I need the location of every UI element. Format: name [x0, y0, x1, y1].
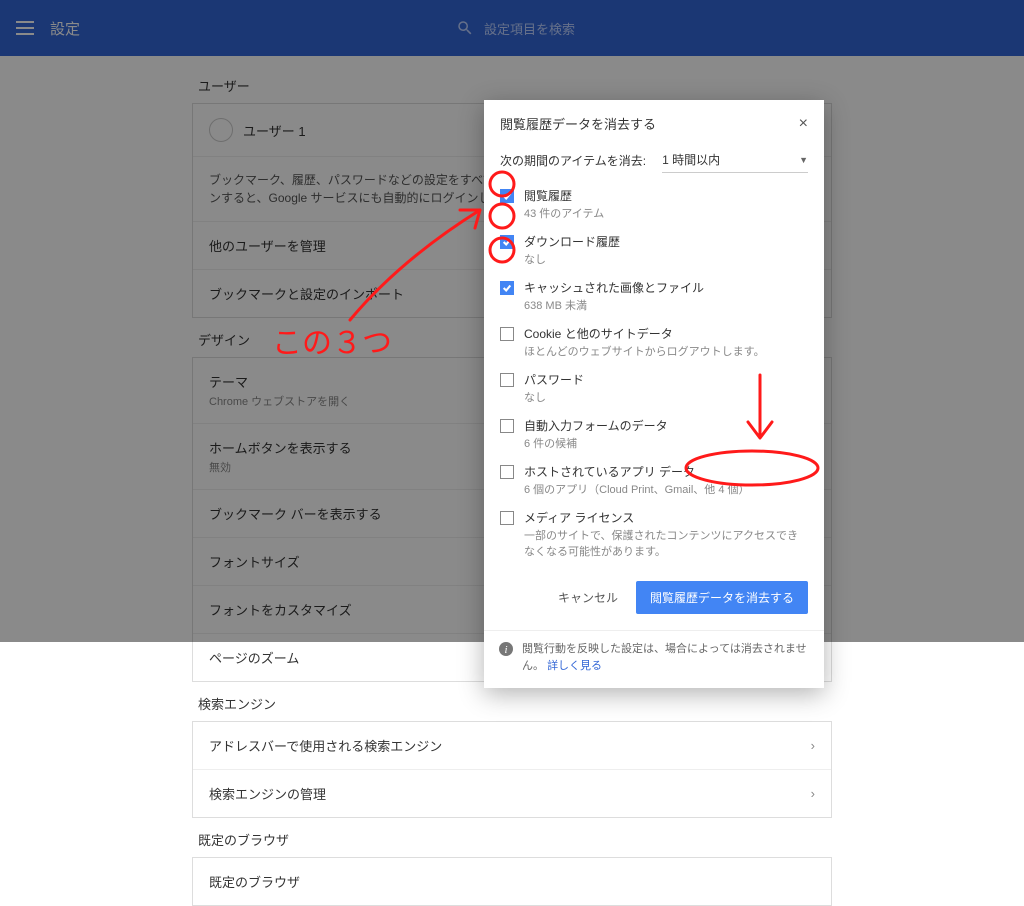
option-subtitle: 6 件の候補 — [524, 435, 668, 451]
checkbox-checked-icon[interactable] — [500, 235, 514, 249]
close-icon[interactable]: × — [799, 115, 808, 133]
clear-option-2[interactable]: キャッシュされた画像とファイル638 MB 未満 — [484, 273, 824, 319]
chevron-right-icon: › — [811, 786, 815, 801]
address-bar-engine-row[interactable]: アドレスバーで使用される検索エンジン› — [193, 722, 831, 770]
info-icon: i — [498, 641, 514, 657]
checkbox-unchecked-icon[interactable] — [500, 419, 514, 433]
cancel-button[interactable]: キャンセル — [558, 589, 618, 606]
clear-option-7[interactable]: メディア ライセンス一部のサイトで、保護されたコンテンツにアクセスできなくなる可… — [484, 503, 824, 565]
manage-engine-row[interactable]: 検索エンジンの管理› — [193, 770, 831, 817]
option-title: キャッシュされた画像とファイル — [524, 279, 704, 296]
clear-option-3[interactable]: Cookie と他のサイトデータほとんどのウェブサイトからログアウトします。 — [484, 319, 824, 365]
option-title: パスワード — [524, 371, 584, 388]
clear-option-4[interactable]: パスワードなし — [484, 365, 824, 411]
option-subtitle: ほとんどのウェブサイトからログアウトします。 — [524, 343, 765, 359]
checkbox-unchecked-icon[interactable] — [500, 327, 514, 341]
clear-browsing-data-dialog: 閲覧履歴データを消去する × 次の期間のアイテムを消去: 1 時間以内 ▼ 閲覧… — [484, 100, 824, 688]
learn-more-link[interactable]: 詳しく見る — [547, 660, 602, 672]
dialog-title: 閲覧履歴データを消去する — [500, 114, 656, 133]
clear-option-1[interactable]: ダウンロード履歴なし — [484, 227, 824, 273]
option-subtitle: なし — [524, 251, 620, 267]
option-title: メディア ライセンス — [524, 509, 808, 526]
option-title: 自動入力フォームのデータ — [524, 417, 668, 434]
option-title: ホストされているアプリ データ — [524, 463, 750, 480]
option-title: ダウンロード履歴 — [524, 233, 620, 250]
option-subtitle: 6 個のアプリ（Cloud Print、Gmail、他 4 個） — [524, 481, 750, 497]
dialog-footer-text: 閲覧行動を反映した設定は、場合によっては消去されません。 詳しく見る — [522, 641, 810, 674]
option-subtitle: 43 件のアイテム — [524, 205, 604, 221]
checkbox-checked-icon[interactable] — [500, 281, 514, 295]
section-default-browser-heading: 既定のブラウザ — [198, 830, 832, 849]
option-subtitle: 638 MB 未満 — [524, 297, 704, 313]
checkbox-checked-icon[interactable] — [500, 189, 514, 203]
default-browser-row[interactable]: 既定のブラウザ — [193, 858, 831, 905]
option-subtitle: 一部のサイトで、保護されたコンテンツにアクセスできなくなる可能性があります。 — [524, 527, 808, 559]
search-card: アドレスバーで使用される検索エンジン› 検索エンジンの管理› — [192, 721, 832, 818]
checkbox-unchecked-icon[interactable] — [500, 511, 514, 525]
svg-text:i: i — [504, 644, 507, 656]
period-label: 次の期間のアイテムを消去: — [500, 152, 646, 169]
section-search-heading: 検索エンジン — [198, 694, 832, 713]
option-subtitle: なし — [524, 389, 584, 405]
option-title: Cookie と他のサイトデータ — [524, 325, 765, 342]
chevron-right-icon: › — [811, 738, 815, 753]
default-browser-card: 既定のブラウザ — [192, 857, 832, 906]
clear-option-0[interactable]: 閲覧履歴43 件のアイテム — [484, 181, 824, 227]
checkbox-unchecked-icon[interactable] — [500, 465, 514, 479]
clear-data-button[interactable]: 閲覧履歴データを消去する — [636, 581, 808, 614]
period-value: 1 時間以内 — [662, 151, 720, 168]
clear-option-6[interactable]: ホストされているアプリ データ6 個のアプリ（Cloud Print、Gmail… — [484, 457, 824, 503]
checkbox-unchecked-icon[interactable] — [500, 373, 514, 387]
clear-option-5[interactable]: 自動入力フォームのデータ6 件の候補 — [484, 411, 824, 457]
option-title: 閲覧履歴 — [524, 187, 604, 204]
dropdown-icon: ▼ — [799, 155, 808, 165]
period-select[interactable]: 1 時間以内 ▼ — [662, 147, 808, 173]
